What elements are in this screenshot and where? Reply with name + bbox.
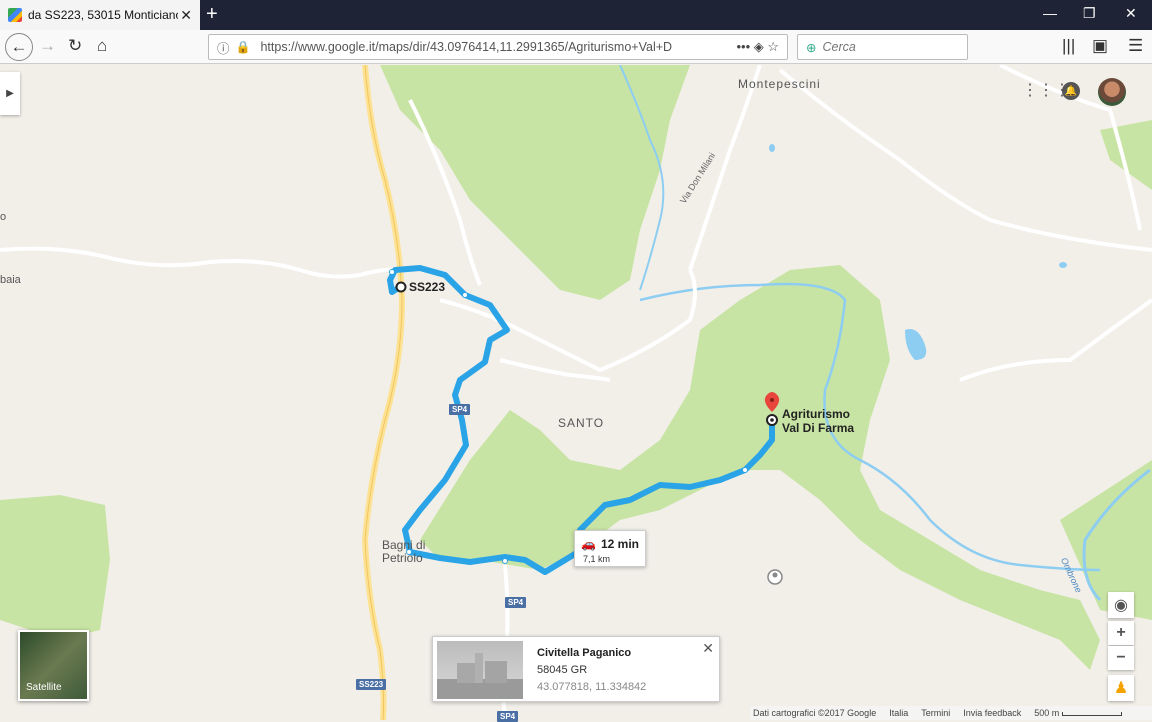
forward-button[interactable]: → <box>39 36 56 56</box>
notifications-icon[interactable]: 🔔 <box>1062 82 1080 100</box>
home-icon[interactable]: ⌂ <box>97 36 107 56</box>
side-panel-toggle[interactable]: ▶ <box>0 72 20 115</box>
close-icon[interactable]: ✕ <box>702 640 714 657</box>
minimize-button[interactable]: — <box>1043 5 1057 21</box>
label-route-start: SS223 <box>409 280 446 294</box>
menu-icon[interactable]: ☰ <box>1128 36 1143 56</box>
url-bar[interactable]: ⓘ 🔒 https://www.google.it/maps/dir/43.09… <box>208 34 788 60</box>
label-destination-line1: Agriturismo <box>782 407 851 421</box>
map-canvas[interactable] <box>0 65 1152 720</box>
pegman-button[interactable]: ♟ <box>1108 675 1134 701</box>
lock-icon: 🔒 <box>235 40 251 54</box>
label-montepescini: Montepescini <box>738 77 821 91</box>
forest-area-north <box>380 65 690 300</box>
reload-button[interactable]: ↻ <box>68 36 82 56</box>
zoom-in-button[interactable]: + <box>1108 621 1134 645</box>
maximize-button[interactable]: ❐ <box>1083 5 1096 22</box>
info-icon[interactable]: ⓘ <box>217 38 230 57</box>
place-zip: 58045 GR <box>537 664 588 676</box>
route-distance: 7,1 km <box>583 554 611 564</box>
country-link[interactable]: Italia <box>889 708 908 718</box>
forest-area-northeast <box>1100 120 1152 190</box>
route-start-marker <box>395 281 407 293</box>
label-destination-line2: Val Di Farma <box>782 421 855 435</box>
browser-titlebar: da SS223, 53015 Monticiano SI a ✕ + — ❐ … <box>0 0 1152 30</box>
pegman-icon: ♟ <box>1113 680 1129 697</box>
map-graphics <box>0 65 1152 720</box>
tab-close-icon[interactable]: ✕ <box>180 7 192 24</box>
label-petriolo: Petriolo <box>382 551 423 565</box>
zoom-out-button[interactable]: − <box>1108 646 1134 670</box>
feedback-link[interactable]: Invia feedback <box>963 708 1021 718</box>
library-icon[interactable]: ||| <box>1062 36 1075 56</box>
label-left-fragment: o <box>0 211 7 223</box>
url-text: https://www.google.it/maps/dir/43.097641… <box>260 40 673 54</box>
route-summary-box[interactable]: 🚗 12 min 7,1 km <box>574 530 646 567</box>
chevron-right-icon: ▶ <box>6 88 14 99</box>
forest-area-west <box>0 495 110 640</box>
tab-title: da SS223, 53015 Monticiano SI a <box>28 8 178 22</box>
forest-area-center <box>420 265 1100 670</box>
browser-tab[interactable]: da SS223, 53015 Monticiano SI a ✕ <box>0 0 200 30</box>
search-placeholder: Cerca <box>822 40 856 54</box>
scale-line <box>1061 711 1122 716</box>
road-ss223 <box>361 65 406 720</box>
place-info-card[interactable]: Civitella Paganico 58045 GR 43.077818, 1… <box>432 636 720 702</box>
lake-3 <box>769 144 775 152</box>
new-tab-button[interactable]: + <box>206 3 218 26</box>
lake-2 <box>1059 262 1067 268</box>
road-shield-sp4-bottom: SP4 <box>497 711 519 722</box>
my-location-button[interactable]: ◉ <box>1108 592 1134 618</box>
label-baia: baia <box>0 274 21 286</box>
route-time: 12 min <box>601 537 640 551</box>
road-shield-sp4: SP4 <box>449 404 471 415</box>
satellite-toggle[interactable]: Satellite <box>18 630 89 701</box>
road-shield-sp4-south: SP4 <box>505 597 527 608</box>
terms-link[interactable]: Termini <box>921 708 950 718</box>
place-name: Civitella Paganico <box>537 647 632 659</box>
scale-bar[interactable]: 500 m <box>1034 708 1122 718</box>
account-avatar[interactable] <box>1098 78 1126 106</box>
map-footer: Dati cartografici ©2017 Google Italia Te… <box>750 706 1152 720</box>
scale-label: 500 m <box>1034 708 1060 718</box>
map-data-attribution: Dati cartografici ©2017 Google <box>753 708 877 718</box>
place-coordinates[interactable]: 43.077818, 11.334842 <box>537 681 646 693</box>
search-engine-icon: ⊕ <box>806 40 817 55</box>
label-bagni-di: Bagni di <box>382 538 426 552</box>
sidebar-icon[interactable]: ▣ <box>1092 36 1108 56</box>
back-button[interactable]: ← <box>5 33 33 61</box>
label-santo: SANTO <box>558 416 605 430</box>
satellite-label: Satellite <box>26 682 62 693</box>
browser-navbar: ← → ↻ ⌂ ⓘ 🔒 https://www.google.it/maps/d… <box>0 30 1152 64</box>
car-icon: 🚗 <box>581 537 596 551</box>
place-street-view-thumbnail[interactable] <box>437 641 523 699</box>
search-input[interactable]: ⊕ Cerca <box>797 34 968 60</box>
forest-area-east <box>1060 460 1152 620</box>
maps-favicon-icon <box>8 8 22 22</box>
road-shield-ss223: SS223 <box>356 679 387 690</box>
location-icon: ◉ <box>1114 597 1128 614</box>
close-window-button[interactable]: ✕ <box>1125 5 1137 22</box>
page-actions-icon[interactable]: ••• ◈ ☆ <box>736 39 779 55</box>
lake-1 <box>905 329 927 360</box>
